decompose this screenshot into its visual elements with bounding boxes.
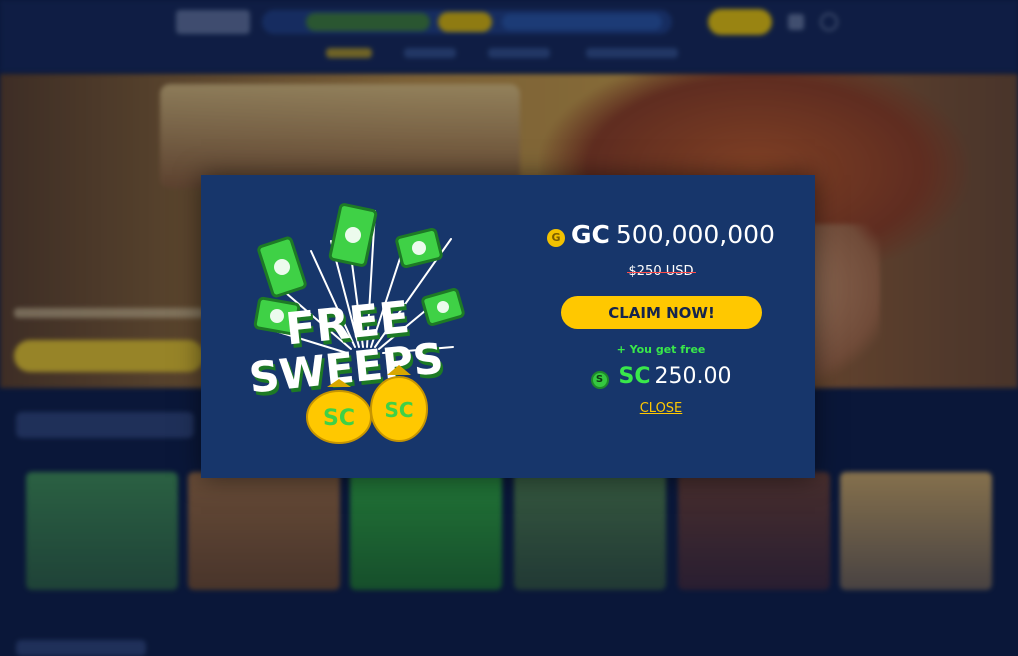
sc-amount-value: 250.00 bbox=[654, 364, 732, 389]
original-price-text: $250 USD bbox=[626, 264, 696, 279]
close-link[interactable]: CLOSE bbox=[541, 401, 781, 416]
cash-bill-icon bbox=[257, 236, 307, 298]
cash-bill-icon bbox=[328, 203, 378, 267]
gold-coin-icon: G bbox=[547, 229, 566, 247]
sc-currency-label: SC bbox=[618, 364, 651, 389]
free-sweeps-illustration: FREE FREE SWEEPS SWEEPS SC SC bbox=[247, 203, 465, 444]
sc-bonus-amount: S SC 250.00 bbox=[541, 362, 781, 392]
promo-modal: FREE FREE SWEEPS SWEEPS SC SC G GC 500,000… bbox=[201, 175, 815, 478]
cash-bill-icon bbox=[421, 288, 465, 326]
gc-amount-value: 500,000,000 bbox=[615, 220, 775, 249]
money-bag-label: SC bbox=[384, 398, 413, 422]
sweeps-coin-icon: S bbox=[590, 371, 609, 389]
money-bag-label: SC bbox=[323, 406, 355, 431]
gc-amount: G GC 500,000,000 bbox=[541, 219, 781, 251]
original-price: $250 USD bbox=[541, 263, 781, 281]
offer-panel: G GC 500,000,000 $250 USD CLAIM NOW! + You… bbox=[541, 175, 781, 478]
claim-now-button[interactable]: CLAIM NOW! bbox=[561, 296, 762, 329]
gc-currency-label: GC bbox=[571, 220, 610, 249]
bonus-note: + You get free bbox=[616, 343, 706, 356]
